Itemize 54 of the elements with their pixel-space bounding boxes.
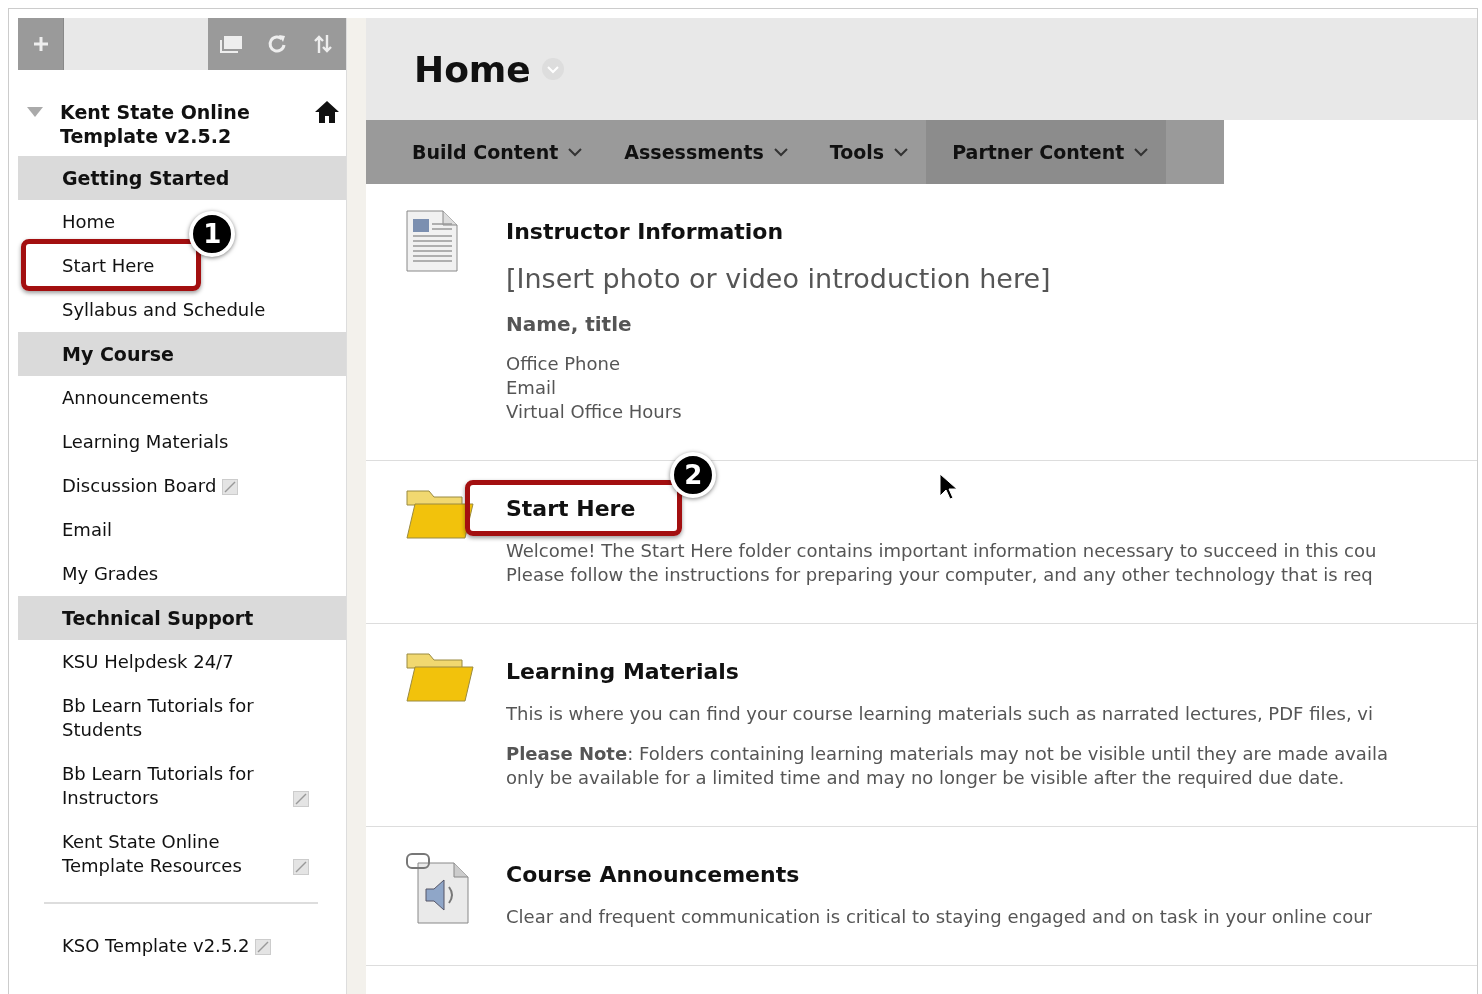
menu-button[interactable]: Tools (805, 120, 927, 184)
chevron-icon (773, 147, 788, 157)
menu-link[interactable]: Discussion Board (62, 474, 217, 498)
menu-link[interactable]: Bb Learn Tutorials for Students (62, 694, 287, 742)
section-header[interactable]: Getting Started (18, 156, 346, 200)
menu-link[interactable]: KSU Helpdesk 24/7 (62, 650, 234, 674)
chevron-icon (568, 147, 583, 157)
body-text: only be available for a limited time and may no longer be visible after the required due date. (506, 766, 1346, 790)
menu-link[interactable]: Kent State Online Template Resources (62, 830, 287, 878)
body-text: Please follow the instructions for preparing your computer, and any other technology that is req (506, 563, 1374, 587)
contact-heading: Name, title (506, 312, 633, 336)
item-title[interactable]: Learning Materials (506, 658, 739, 686)
body-text: Please Note: Folders containing learning materials may not be visible until they are made availa (506, 742, 1389, 766)
mouse-pointer-icon (939, 473, 957, 501)
body-text: This is where you can find your course learning materials such as narrated lectures, PDF files, vi (506, 702, 1374, 726)
sort-button[interactable] (300, 18, 346, 70)
body-text: Email (506, 376, 557, 400)
menu-link[interactable]: Learning Materials (62, 430, 229, 454)
menu-link[interactable]: Start Here (62, 254, 155, 278)
window-icon (220, 33, 242, 55)
placeholder-text: [Insert photo or video introduction here] (506, 262, 1052, 296)
home-icon (314, 100, 340, 124)
dropdown-icon (540, 57, 565, 81)
menu-link[interactable]: Home (62, 210, 116, 234)
page-title: Home (414, 48, 531, 90)
document-icon (406, 210, 458, 272)
menu-link[interactable]: Syllabus and Schedule (62, 298, 266, 322)
add-button[interactable] (18, 18, 64, 70)
folder-icon (406, 650, 474, 702)
body-text: Office Phone (506, 352, 622, 376)
section-header[interactable]: Technical Support (18, 596, 346, 640)
menu-link[interactable]: Announcements (62, 386, 209, 410)
body-text: Virtual Office Hours (506, 400, 683, 424)
menu-button[interactable]: Partner Content (926, 120, 1167, 184)
menu-button[interactable]: Build Content (366, 120, 601, 184)
folder-icon (406, 487, 474, 539)
item-title[interactable]: Start Here (506, 495, 636, 523)
menu-link[interactable]: KSO Template v2.5.2 (62, 934, 250, 958)
window-button[interactable] (208, 18, 254, 70)
menu-link[interactable]: Bb Learn Tutorials for Instructors (62, 762, 287, 810)
sort-icon (312, 33, 334, 55)
body-text: Welcome! The Start Here folder contains important information necessary to succeed in this cou (506, 539, 1378, 563)
refresh-icon (266, 33, 288, 55)
course-title: Kent State Online Template v2.5.2 (59, 100, 251, 148)
body-text: Clear and frequent communication is critical to staying engaged and on task in your online cour (506, 905, 1373, 929)
item-title[interactable]: Course Announcements (506, 861, 800, 889)
menu-link[interactable]: Email (62, 518, 112, 542)
audio-file-icon (406, 853, 472, 925)
section-header[interactable]: My Course (18, 332, 346, 376)
chevron-icon (894, 147, 909, 157)
menu-link[interactable]: My Grades (62, 562, 159, 586)
menu-button[interactable]: Assessments (600, 120, 806, 184)
item-title[interactable]: Instructor Information (506, 218, 784, 246)
chevron-icon (1134, 147, 1149, 157)
